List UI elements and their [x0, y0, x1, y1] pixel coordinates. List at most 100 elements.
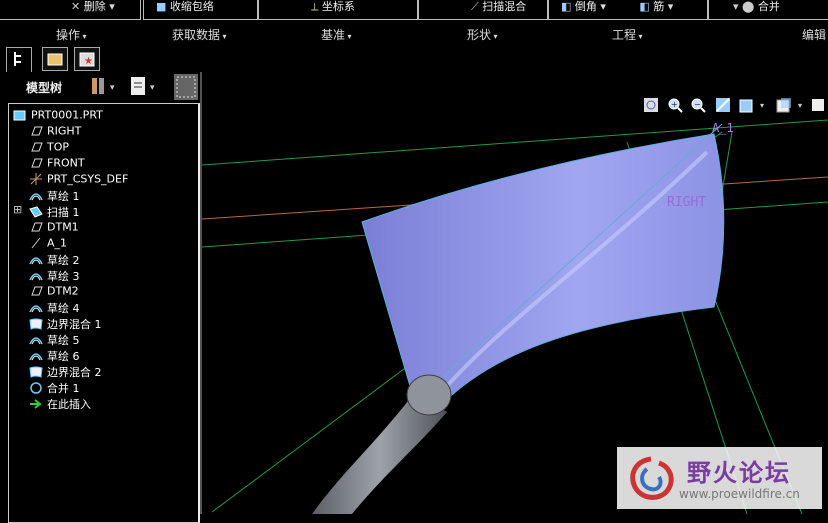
plane-label-right: RIGHT — [667, 195, 706, 210]
show-options-icon[interactable]: ▾ — [128, 76, 164, 96]
view-manager-icon[interactable] — [810, 97, 826, 113]
tree-item-part[interactable]: PRT0001.PRT — [13, 108, 103, 124]
tree-item-plane-top[interactable]: TOP — [29, 140, 69, 156]
tree-item-sweep-1[interactable]: 扫描 1 — [29, 204, 80, 220]
shrinkwrap-label: 收缩包络 — [169, 0, 214, 13]
tree-item-boundary-blend-2[interactable]: 边界混合 2 — [29, 364, 102, 380]
model-tree-panel: 模型树 ▾ ▾ PRT0001.PRT RIGHT TOP FRONT PRT_CSYS… — [4, 72, 200, 523]
tree-item-dtm2[interactable]: DTM2 — [29, 284, 79, 300]
tab-model-tree[interactable] — [6, 47, 32, 73]
forum-watermark: 野火论坛 www.proewildfire.cn — [617, 447, 822, 509]
saved-views-dropdown-icon[interactable]: ▾ — [758, 97, 770, 113]
model-tree-header: 模型树 ▾ ▾ — [4, 72, 200, 100]
rib-button[interactable]: 筋 — [653, 0, 664, 13]
refit-icon[interactable] — [643, 97, 659, 113]
repaint-icon[interactable] — [715, 97, 731, 113]
tree-item-sketch-6[interactable]: 草绘 6 — [29, 348, 80, 364]
group-get-data[interactable]: 获取数据 — [172, 26, 227, 43]
ribbon-toolbar: ✕ 删除 ▾ ■ 收缩包络 ⟂ 坐标系 ⟋ 扫描混合 ◧ 倒角 ▾ ◧ 筋 ▾ … — [0, 0, 828, 22]
tree-item-dtm1[interactable]: DTM1 — [29, 220, 79, 236]
sketch-icon — [29, 334, 43, 346]
delete-label: 删除 — [83, 0, 106, 13]
group-operations[interactable]: 操作 — [56, 26, 87, 43]
pipe-end-face — [406, 374, 452, 416]
merge-icon — [29, 382, 43, 394]
boundary-blend-icon — [29, 366, 43, 378]
watermark-url: www.proewildfire.cn — [679, 487, 800, 501]
tree-item-sketch-4[interactable]: 草绘 4 — [29, 300, 80, 316]
watermark-title: 野火论坛 — [687, 459, 791, 487]
tree-item-insert-here[interactable]: 在此插入 — [29, 396, 91, 412]
group-datum[interactable]: 基准 — [321, 26, 352, 43]
swept-blend-label: 扫描混合 — [482, 0, 527, 13]
graphics-viewport[interactable]: A_1 RIGHT + − ▾ ▾ — [202, 42, 828, 514]
flame-logo-icon — [630, 456, 674, 500]
tab-folder-browser[interactable] — [42, 47, 68, 71]
tree-item-label: TOP — [47, 140, 70, 154]
tree-item-sketch-1[interactable]: 草绘 1 — [29, 188, 80, 204]
group-engineering[interactable]: 工程 — [612, 26, 643, 43]
svg-text:▾: ▾ — [760, 101, 764, 110]
tab-favorites[interactable]: ★ — [74, 47, 100, 71]
engineering-buttons: ◧ 倒角 ▾ ◧ 筋 ▾ — [548, 0, 708, 20]
datum-plane-icon — [29, 285, 43, 297]
tree-item-label: PRT0001.PRT — [31, 108, 103, 122]
tree-item-boundary-blend-1[interactable]: 边界混合 1 — [29, 316, 102, 332]
datum-plane-icon — [29, 221, 43, 233]
sweep-icon — [29, 206, 43, 218]
tree-item-label: 草绘 3 — [47, 270, 80, 283]
delete-button[interactable]: ✕ 删除 ▾ — [0, 0, 141, 20]
tree-item-csys[interactable]: PRT_CSYS_DEF — [29, 172, 128, 188]
boundary-blend-icon — [29, 318, 43, 330]
sketch-icon — [29, 190, 43, 202]
ribbon-group-labels: 操作 获取数据 基准 形状 工程 编辑 — [0, 22, 828, 42]
datum-plane-icon — [29, 125, 43, 137]
tree-filter-icon[interactable] — [174, 74, 198, 100]
folder-icon — [47, 53, 63, 66]
tree-item-label: 草绘 2 — [47, 254, 80, 267]
merge-button[interactable]: ▾ ⬤ 合并 — [708, 0, 828, 20]
group-shapes[interactable]: 形状 — [467, 26, 498, 43]
sketch-icon — [29, 254, 43, 266]
tree-item-axis-a1[interactable]: A_1 — [29, 236, 67, 252]
display-style-icon[interactable] — [776, 97, 792, 113]
tree-item-plane-right[interactable]: RIGHT — [29, 124, 81, 140]
sketch-icon — [29, 350, 43, 362]
tree-item-label: 边界混合 1 — [47, 318, 102, 331]
model-3d-view: A_1 RIGHT — [202, 119, 828, 514]
tree-item-sketch-5[interactable]: 草绘 5 — [29, 332, 80, 348]
expand-toggle-icon[interactable]: ⊞ — [13, 203, 22, 216]
zoom-in-icon[interactable]: + — [667, 97, 683, 113]
tree-item-sketch-2[interactable]: 草绘 2 — [29, 252, 80, 268]
svg-text:▾: ▾ — [798, 101, 802, 110]
svg-text:+: + — [671, 100, 678, 109]
tree-item-merge-1[interactable]: 合并 1 — [29, 380, 80, 396]
tree-item-sketch-3[interactable]: 草绘 3 — [29, 268, 80, 284]
svg-text:▾: ▾ — [110, 83, 115, 93]
saved-views-icon[interactable] — [739, 97, 755, 113]
tree-settings-icon[interactable]: ▾ — [88, 76, 124, 96]
display-style-dropdown-icon[interactable]: ▾ — [796, 97, 808, 113]
tree-item-label: 草绘 1 — [47, 190, 80, 203]
model-tree-title: 模型树 — [26, 81, 63, 95]
datum-plane-edge — [202, 119, 828, 166]
shrinkwrap-button[interactable]: ■ 收缩包络 — [143, 0, 258, 20]
tree-item-label: RIGHT — [47, 124, 82, 138]
tree-item-label: DTM2 — [47, 284, 79, 298]
tree-item-label: 合并 1 — [47, 382, 80, 395]
favorites-icon: ★ — [79, 52, 95, 67]
csys-button[interactable]: ⟂ 坐标系 — [258, 0, 418, 20]
chamfer-button[interactable]: 倒角 — [575, 0, 597, 13]
csys-label: 坐标系 — [321, 0, 355, 13]
group-editing[interactable]: 编辑 — [802, 26, 828, 43]
tree-item-label: 扫描 1 — [47, 206, 80, 219]
zoom-out-icon[interactable]: − — [690, 97, 706, 113]
tree-item-plane-front[interactable]: FRONT — [29, 156, 85, 172]
svg-text:−: − — [694, 100, 701, 109]
swept-blend-button[interactable]: ⟋ 扫描混合 — [418, 0, 548, 20]
tree-item-label: 草绘 6 — [47, 350, 80, 363]
tree-item-label: 边界混合 2 — [47, 366, 102, 379]
tree-item-label: PRT_CSYS_DEF — [47, 172, 129, 186]
svg-text:▾: ▾ — [150, 83, 155, 93]
sketch-icon — [29, 302, 43, 314]
